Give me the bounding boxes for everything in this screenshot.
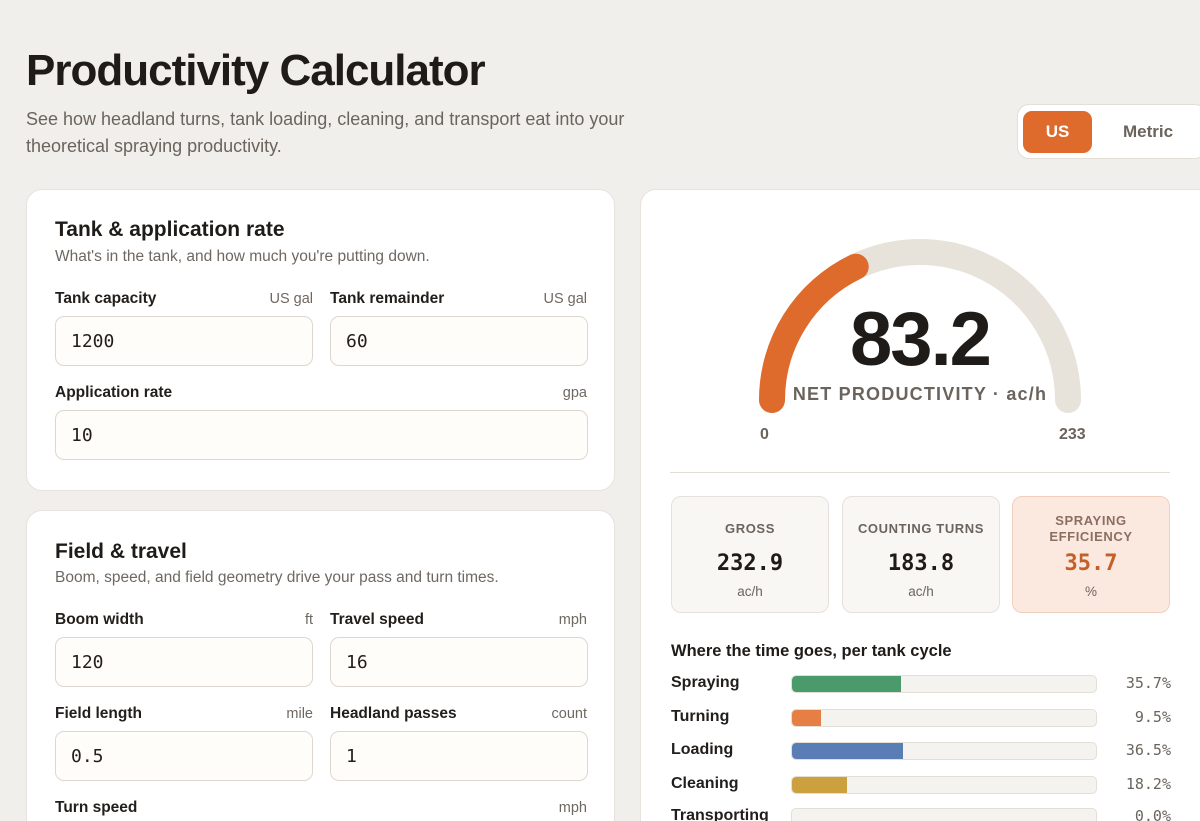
breakdown-label: Cleaning bbox=[671, 775, 739, 792]
breakdown-bar-fill bbox=[792, 676, 901, 692]
spraying-efficiency-unit: % bbox=[1084, 584, 1097, 599]
breakdown-label: Turning bbox=[671, 708, 730, 725]
field-card-description: Boom, speed, and field geometry drive yo… bbox=[55, 569, 499, 586]
field-length-input[interactable]: 0.5 bbox=[55, 731, 313, 781]
application-rate-unit: gpa bbox=[562, 385, 587, 401]
breakdown-label: Transporting bbox=[671, 807, 769, 821]
breakdown-row-spraying: Spraying 35.7% bbox=[671, 672, 1171, 696]
tank-remainder-label: Tank remainder bbox=[330, 290, 445, 307]
turn-speed-unit: mph bbox=[558, 800, 587, 816]
headland-passes-label: Headland passes bbox=[330, 705, 457, 722]
us-units-button[interactable]: US bbox=[1023, 110, 1092, 153]
tank-card: Tank & application rate What's in the ta… bbox=[26, 189, 615, 491]
gross-stat-title: GROSS bbox=[725, 521, 775, 536]
counting-turns-stat-unit: ac/h bbox=[908, 584, 934, 599]
field-length-label: Field length bbox=[55, 705, 142, 722]
breakdown-label: Loading bbox=[671, 741, 734, 758]
gross-stat: GROSS 232.9 ac/h bbox=[671, 496, 829, 613]
boom-width-input[interactable]: 120 bbox=[55, 637, 313, 687]
breakdown-bar-track bbox=[791, 776, 1097, 794]
breakdown-percent: 35.7% bbox=[1125, 674, 1171, 692]
breakdown-percent: 9.5% bbox=[1134, 708, 1171, 726]
boom-width-unit: ft bbox=[304, 612, 313, 628]
counting-turns-stat: COUNTING TURNS 183.8 ac/h bbox=[842, 496, 1000, 613]
tank-card-title: Tank & application rate bbox=[55, 218, 285, 241]
results-divider bbox=[670, 472, 1170, 473]
travel-speed-input[interactable]: 16 bbox=[330, 637, 588, 687]
tank-card-description: What's in the tank, and how much you're … bbox=[55, 248, 430, 265]
turn-speed-label: Turn speed bbox=[55, 799, 138, 816]
breakdown-bar-track bbox=[791, 675, 1097, 693]
page-subtitle: See how headland turns, tank loading, cl… bbox=[26, 109, 625, 156]
breakdown-bar-fill bbox=[792, 710, 821, 726]
travel-speed-unit: mph bbox=[558, 612, 587, 628]
spraying-efficiency-title-line1: SPRAYING bbox=[1055, 513, 1127, 528]
breakdown-label: Spraying bbox=[671, 674, 740, 691]
field-card: Field & travel Boom, speed, and field ge… bbox=[26, 510, 615, 821]
breakdown-row-transporting: Transporting 0.0% bbox=[671, 805, 1171, 821]
tank-capacity-unit: US gal bbox=[269, 291, 313, 307]
counting-turns-stat-value: 183.8 bbox=[887, 551, 955, 576]
field-card-title: Field & travel bbox=[55, 540, 187, 563]
tank-capacity-label: Tank capacity bbox=[55, 290, 157, 307]
spraying-efficiency-title-line2: EFFICIENCY bbox=[1049, 529, 1133, 544]
travel-speed-label: Travel speed bbox=[330, 611, 424, 628]
spraying-efficiency-value: 35.7 bbox=[1064, 551, 1118, 576]
gross-stat-value: 232.9 bbox=[716, 551, 784, 576]
gross-stat-unit: ac/h bbox=[737, 584, 763, 599]
breakdown-row-cleaning: Cleaning 18.2% bbox=[671, 773, 1171, 797]
metric-units-button[interactable]: Metric bbox=[1098, 111, 1198, 153]
tank-capacity-input[interactable]: 1200 bbox=[55, 316, 313, 366]
tank-remainder-unit: US gal bbox=[543, 291, 587, 307]
tank-remainder-input[interactable]: 60 bbox=[330, 316, 588, 366]
breakdown-percent: 0.0% bbox=[1134, 807, 1171, 821]
gauge-max-label: 233 bbox=[1059, 426, 1086, 443]
gauge-min-label: 0 bbox=[760, 426, 769, 443]
spraying-efficiency-stat: SPRAYING EFFICIENCY 35.7 % bbox=[1012, 496, 1170, 613]
breakdown-percent: 36.5% bbox=[1125, 741, 1171, 759]
field-length-unit: mile bbox=[286, 706, 313, 722]
breakdown-bar-track bbox=[791, 808, 1097, 821]
net-productivity-value: 83.2 bbox=[850, 297, 992, 382]
breakdown-bar-track bbox=[791, 709, 1097, 727]
breakdown-row-turning: Turning 9.5% bbox=[671, 706, 1171, 730]
headland-passes-input[interactable]: 1 bbox=[330, 731, 588, 781]
breakdown-title: Where the time goes, per tank cycle bbox=[671, 642, 952, 660]
breakdown-bar-fill bbox=[792, 777, 848, 793]
application-rate-input[interactable]: 10 bbox=[55, 410, 588, 460]
unit-toggle: US Metric bbox=[1017, 104, 1200, 159]
breakdown-percent: 18.2% bbox=[1125, 775, 1171, 793]
breakdown-row-loading: Loading 36.5% bbox=[671, 739, 1171, 763]
counting-turns-stat-title: COUNTING TURNS bbox=[857, 521, 985, 536]
page-title: Productivity Calculator bbox=[26, 46, 486, 95]
breakdown-bar-fill bbox=[792, 743, 903, 759]
boom-width-label: Boom width bbox=[55, 611, 144, 628]
headland-passes-unit: count bbox=[551, 706, 587, 722]
application-rate-label: Application rate bbox=[55, 384, 173, 401]
net-productivity-label: NET PRODUCTIVITY · ac/h bbox=[792, 384, 1048, 404]
breakdown-bar-track bbox=[791, 742, 1097, 760]
